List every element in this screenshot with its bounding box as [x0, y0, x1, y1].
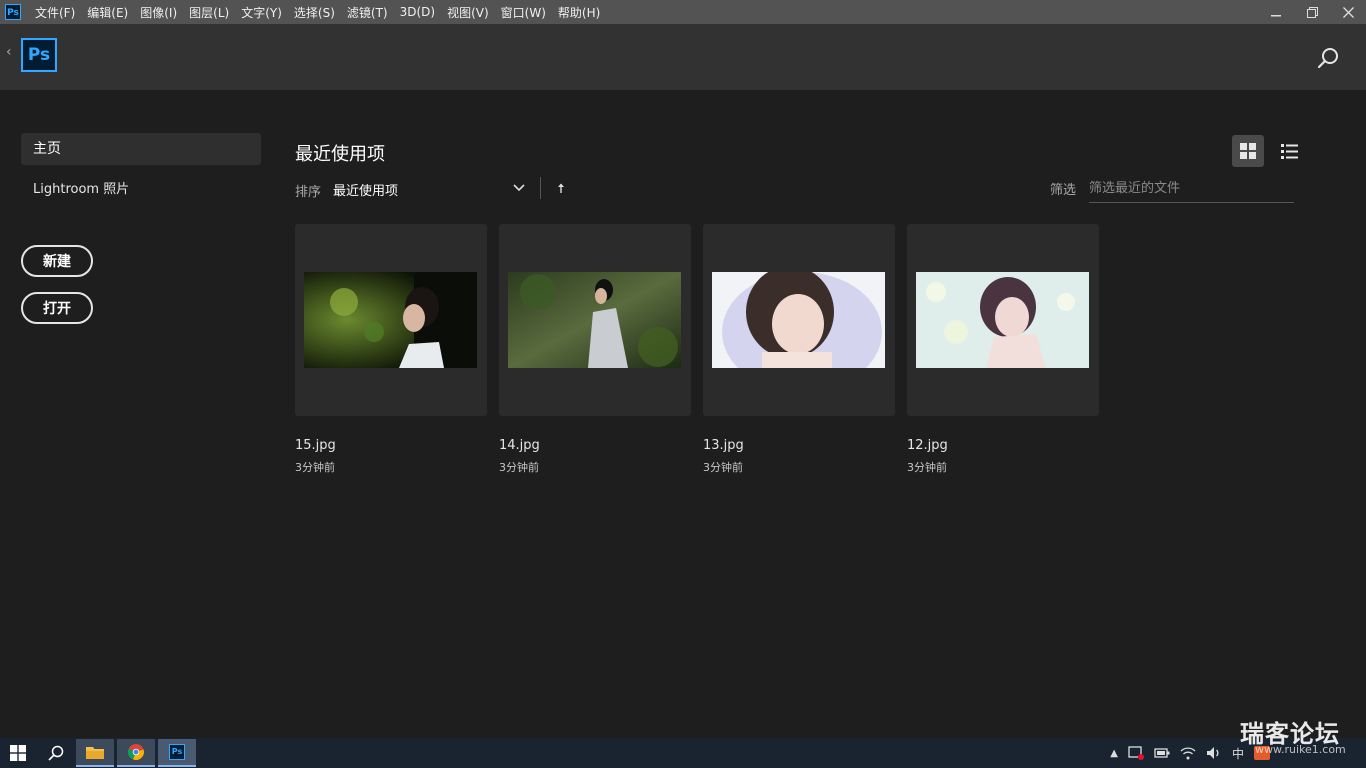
file-name: 13.jpg: [703, 438, 744, 453]
windows-icon: [10, 745, 26, 761]
taskbar-file-explorer[interactable]: [76, 739, 114, 767]
file-time: 3分钟前: [907, 461, 947, 474]
chrome-icon: [128, 744, 144, 760]
sort-label: 排序: [295, 185, 322, 200]
menu-filter[interactable]: 滤镜(T): [341, 4, 394, 21]
minimize-icon: [1271, 15, 1281, 17]
menu-bar: Ps 文件(F) 编辑(E) 图像(I) 图层(L) 文字(Y) 选择(S) 滤…: [0, 0, 1366, 24]
menu-image[interactable]: 图像(I): [134, 4, 183, 21]
menu-file[interactable]: 文件(F): [29, 4, 81, 21]
file-time: 3分钟前: [499, 461, 539, 474]
file-name: 12.jpg: [907, 438, 948, 453]
open-button[interactable]: 打开: [21, 292, 93, 324]
photoshop-app-icon[interactable]: Ps: [5, 4, 21, 20]
photoshop-icon: Ps: [169, 744, 185, 760]
recent-file-card[interactable]: [499, 224, 691, 416]
file-thumbnail: [916, 272, 1089, 368]
chevron-up-icon[interactable]: ▲: [1110, 748, 1118, 759]
file-name: 14.jpg: [499, 438, 540, 453]
grid-view-button[interactable]: [1232, 135, 1264, 167]
menu-select[interactable]: 选择(S): [288, 4, 341, 21]
volume-icon[interactable]: [1206, 746, 1222, 760]
home-header: [0, 24, 1366, 90]
menu-3d[interactable]: 3D(D): [394, 5, 441, 19]
list-view-button[interactable]: [1273, 135, 1305, 167]
search-icon: [48, 745, 64, 761]
filter-input[interactable]: [1089, 174, 1294, 203]
search-icon[interactable]: [1316, 46, 1340, 70]
page-title: 最近使用项: [295, 144, 385, 165]
file-thumbnail: [712, 272, 885, 368]
list-icon: [1280, 143, 1298, 159]
restore-button[interactable]: [1294, 0, 1330, 24]
taskbar-search-button[interactable]: [40, 738, 72, 768]
new-button[interactable]: 新建: [21, 245, 93, 277]
photoshop-logo: Ps: [21, 38, 57, 72]
recent-file-card[interactable]: [907, 224, 1099, 416]
filter-label: 筛选: [1050, 183, 1077, 198]
menu-type[interactable]: 文字(Y): [235, 4, 288, 21]
window-controls: [1258, 0, 1366, 24]
close-icon: [1342, 6, 1354, 18]
grid-icon: [1240, 143, 1256, 159]
file-thumbnail: [304, 272, 477, 368]
restore-icon: [1306, 6, 1318, 18]
file-time: 3分钟前: [703, 461, 743, 474]
sidebar-item-lightroom[interactable]: Lightroom 照片: [33, 178, 129, 197]
close-button[interactable]: [1330, 0, 1366, 24]
file-time: 3分钟前: [295, 461, 335, 474]
file-thumbnail: [508, 272, 681, 368]
menu-window[interactable]: 窗口(W): [495, 4, 552, 21]
watermark-url: www.ruike1.com: [1255, 743, 1346, 756]
arrow-up-icon[interactable]: [556, 182, 566, 194]
back-chevron-icon[interactable]: ‹: [6, 44, 12, 60]
battery-icon[interactable]: [1154, 747, 1170, 759]
notification-shield-icon[interactable]: [1128, 746, 1144, 760]
recent-file-card[interactable]: [703, 224, 895, 416]
divider: [540, 177, 541, 199]
recent-file-card[interactable]: [295, 224, 487, 416]
start-button[interactable]: [0, 738, 36, 768]
minimize-button[interactable]: [1258, 0, 1294, 24]
menu-help[interactable]: 帮助(H): [552, 4, 606, 21]
taskbar-photoshop[interactable]: Ps: [158, 739, 196, 767]
folder-icon: [86, 747, 104, 759]
sort-dropdown[interactable]: 最近使用项: [333, 180, 398, 199]
wifi-icon[interactable]: [1180, 746, 1196, 760]
menu-layer[interactable]: 图层(L): [183, 4, 235, 21]
sidebar-item-home[interactable]: 主页: [21, 133, 261, 165]
file-name: 15.jpg: [295, 438, 336, 453]
menu-edit[interactable]: 编辑(E): [81, 4, 134, 21]
taskbar-chrome[interactable]: [117, 739, 155, 767]
menu-view[interactable]: 视图(V): [441, 4, 495, 21]
chevron-down-icon[interactable]: [512, 180, 526, 194]
